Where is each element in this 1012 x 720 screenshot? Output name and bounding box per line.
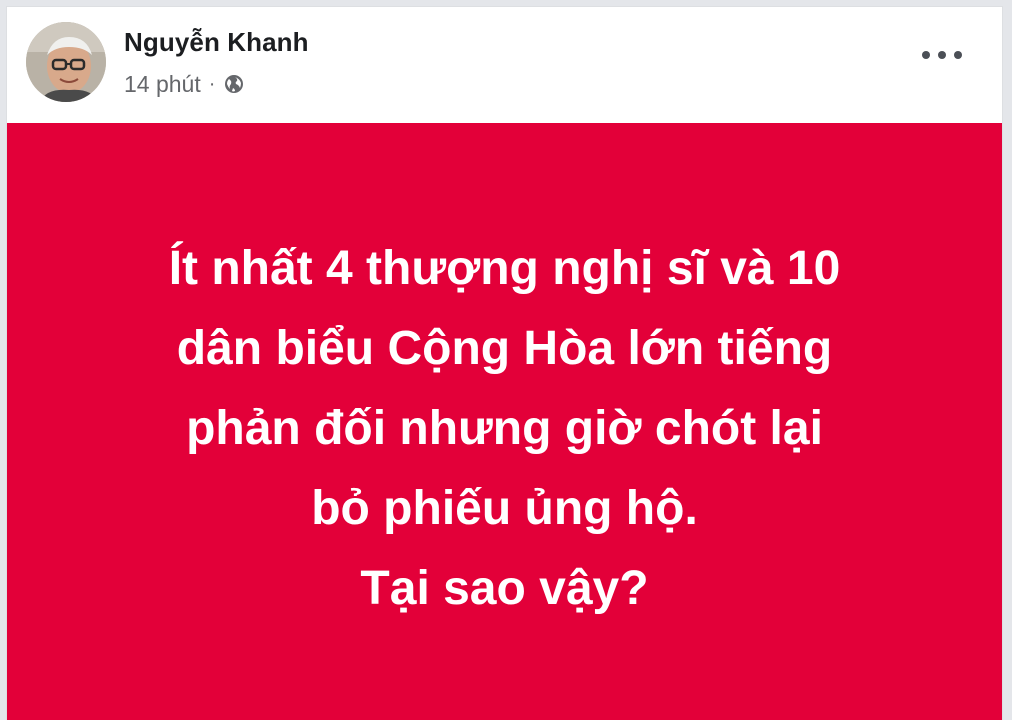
meta-separator: · [208,72,216,95]
post-text-line: Ít nhất 4 thượng nghị sĩ và 10 [168,242,841,295]
post-meta: 14 phút · [124,69,245,99]
post-text-line: bỏ phiếu ủng hộ. [311,482,698,535]
post-text-line: dân biểu Cộng Hòa lớn tiếng [176,322,833,375]
post-time[interactable]: 14 phút [124,71,201,98]
post-text-line: phản đối nhưng giờ chót lại [186,402,823,455]
more-dot [938,51,946,59]
feed-background: Nguyễn Khanh 14 phút · Ít nhất 4 thượng … [0,0,1012,720]
more-dot [954,51,962,59]
post-header: Nguyễn Khanh 14 phút · [7,7,1002,123]
author-avatar[interactable] [26,22,106,102]
globe-icon[interactable] [223,73,245,95]
avatar-image [26,22,106,102]
more-options-icon[interactable] [922,43,962,67]
post-text: Ít nhất 4 thượng nghị sĩ và 10 dân biểu … [7,229,1002,629]
post-background[interactable]: Ít nhất 4 thượng nghị sĩ và 10 dân biểu … [7,123,1002,720]
more-dot [922,51,930,59]
post-text-line: Tại sao vậy? [360,562,649,615]
author-name[interactable]: Nguyễn Khanh [124,27,309,58]
post-card: Nguyễn Khanh 14 phút · Ít nhất 4 thượng … [6,6,1003,720]
